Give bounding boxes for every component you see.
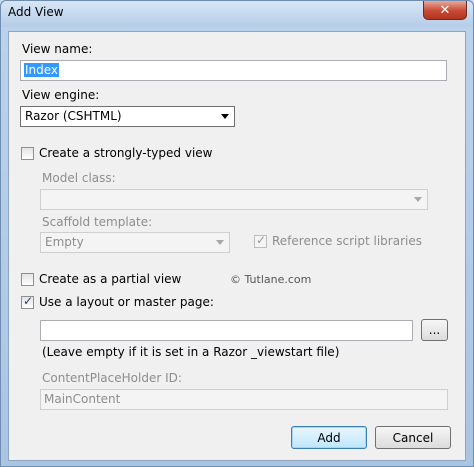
add-view-dialog: Add View ✕ View name: Index View engine:…	[0, 0, 474, 467]
browse-button[interactable]: ...	[421, 319, 448, 341]
watermark: © Tutlane.com	[230, 273, 312, 286]
strongly-typed-label: Create a strongly-typed view	[39, 146, 213, 160]
checkmark-icon: ✓	[23, 294, 34, 308]
add-button[interactable]: Add	[291, 426, 367, 449]
model-class-select[interactable]	[40, 189, 428, 210]
dialog-body: View name: Index View engine: Razor (CSH…	[8, 31, 466, 461]
view-name-label: View name:	[22, 42, 93, 56]
layout-hint: (Leave empty if it is set in a Razor _vi…	[42, 345, 340, 359]
chevron-down-icon	[414, 197, 422, 202]
cancel-button-label: Cancel	[392, 430, 434, 445]
view-engine-value: Razor (CSHTML)	[25, 109, 122, 123]
partial-view-label: Create as a partial view	[39, 272, 182, 286]
scaffold-template-select[interactable]: Empty	[40, 232, 230, 253]
reference-scripts-label: Reference script libraries	[272, 234, 422, 248]
dialog-title: Add View	[8, 5, 64, 19]
scaffold-template-value: Empty	[45, 235, 84, 249]
chevron-down-icon	[221, 114, 229, 119]
layout-label: Use a layout or master page:	[39, 295, 214, 309]
content-placeholder-input[interactable]: MainContent	[40, 389, 448, 410]
title-bar[interactable]: Add View ✕	[1, 1, 473, 27]
chevron-down-icon	[216, 240, 224, 245]
layout-path-input[interactable]	[40, 320, 413, 341]
browse-button-label: ...	[428, 323, 441, 337]
add-button-label: Add	[317, 430, 341, 445]
layout-checkbox[interactable]: ✓	[21, 294, 34, 309]
view-engine-select[interactable]: Razor (CSHTML)	[20, 106, 235, 127]
close-icon: ✕	[439, 2, 451, 18]
view-name-value: Index	[24, 63, 60, 77]
model-class-label: Model class:	[42, 171, 116, 185]
content-placeholder-value: MainContent	[44, 392, 121, 406]
content-placeholder-label: ContentPlaceHolder ID:	[42, 371, 182, 385]
partial-view-checkbox[interactable]	[21, 273, 34, 286]
scaffold-template-label: Scaffold template:	[42, 215, 153, 229]
reference-scripts-checkbox[interactable]: ✓	[254, 233, 267, 248]
cancel-button[interactable]: Cancel	[375, 426, 451, 449]
checkmark-icon: ✓	[256, 233, 267, 247]
strongly-typed-checkbox[interactable]	[21, 147, 34, 160]
view-name-input[interactable]: Index	[20, 60, 447, 81]
view-engine-label: View engine:	[22, 88, 100, 102]
close-button[interactable]: ✕	[423, 1, 467, 20]
